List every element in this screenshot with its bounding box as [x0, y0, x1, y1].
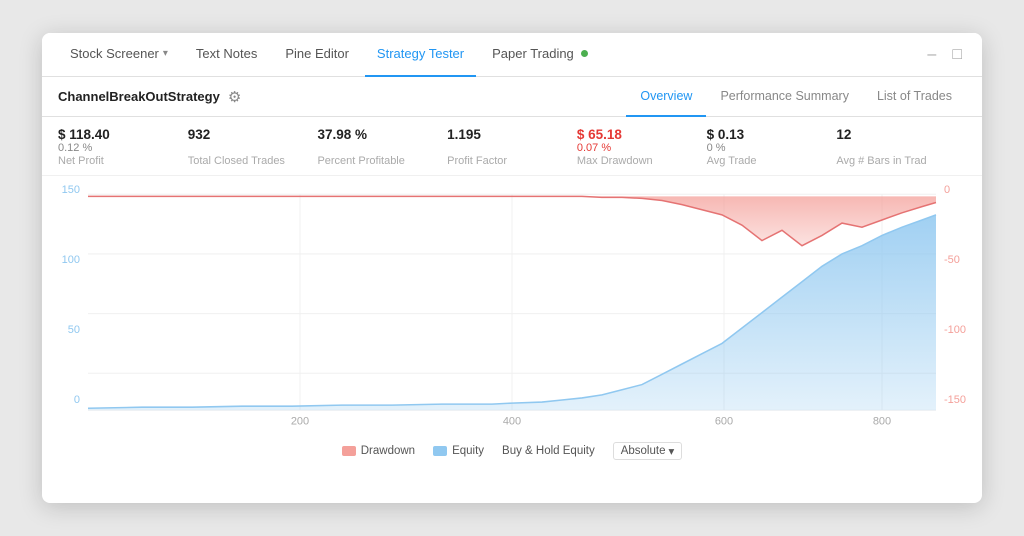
metric-value: $ 118.40 [58, 127, 188, 142]
legend-color-drawdown [342, 446, 356, 456]
metric-label: Net Profit [58, 155, 188, 167]
metric-label: Avg Trade [707, 155, 837, 167]
metric-sub: 0.07 % [577, 142, 707, 154]
metric-label: Profit Factor [447, 155, 577, 167]
legend-drawdown: Drawdown [342, 445, 415, 457]
main-window: Stock Screener ▾ Text Notes Pine Editor … [42, 33, 982, 503]
metric-value: 37.98 % [317, 127, 447, 142]
subbar-tabs: Overview Performance Summary List of Tra… [626, 77, 966, 117]
live-dot [581, 50, 588, 57]
legend-color-equity [433, 446, 447, 456]
y-axis-left: 150 100 50 0 [42, 184, 88, 406]
metric-sub: 0 % [707, 142, 837, 154]
tab-pine-editor[interactable]: Pine Editor [273, 33, 361, 77]
strategy-name: ChannelBreakOutStrategy [58, 89, 220, 104]
maximize-button[interactable]: □ [948, 45, 966, 65]
metric-sub [188, 142, 318, 154]
metric-label: Percent Profitable [317, 155, 447, 167]
metric-label: Total Closed Trades [188, 155, 318, 167]
metrics-bar: $ 118.40 0.12 % Net Profit 932 Total Clo… [42, 117, 982, 176]
settings-icon[interactable]: ⚙ [228, 88, 241, 106]
svg-text:200: 200 [291, 416, 309, 428]
metric-sub [836, 142, 966, 154]
subbar: ChannelBreakOutStrategy ⚙ Overview Perfo… [42, 77, 982, 117]
window-controls: – □ [923, 45, 966, 65]
chart-area: 150 100 50 0 0 -50 -100 -150 [42, 176, 982, 436]
titlebar: Stock Screener ▾ Text Notes Pine Editor … [42, 33, 982, 77]
metric-avg-trade: $ 0.13 0 % Avg Trade [707, 127, 837, 167]
metric-net-profit: $ 118.40 0.12 % Net Profit [58, 127, 188, 167]
metric-value: 932 [188, 127, 318, 142]
subtab-overview[interactable]: Overview [626, 77, 706, 117]
minimize-button[interactable]: – [923, 45, 940, 65]
metric-label: Max Drawdown [577, 155, 707, 167]
y-axis-right: 0 -50 -100 -150 [936, 184, 982, 406]
subtab-performance-summary[interactable]: Performance Summary [706, 77, 863, 117]
tab-paper-trading[interactable]: Paper Trading [480, 33, 600, 77]
absolute-dropdown[interactable]: Absolute ▾ [613, 442, 683, 460]
tab-stock-screener[interactable]: Stock Screener ▾ [58, 33, 180, 77]
legend-buy-hold: Buy & Hold Equity [502, 445, 595, 457]
chevron-icon: ▾ [163, 48, 168, 59]
metric-value: $ 65.18 [577, 127, 707, 142]
metric-avg-bars: 12 Avg # Bars in Trad [836, 127, 966, 167]
metric-profit-factor: 1.195 Profit Factor [447, 127, 577, 167]
metric-value: 1.195 [447, 127, 577, 142]
metric-total-closed-trades: 932 Total Closed Trades [188, 127, 318, 167]
chart-svg: 200 400 600 800 [42, 184, 982, 436]
metric-value: 12 [836, 127, 966, 142]
svg-text:400: 400 [503, 416, 521, 428]
metric-sub [447, 142, 577, 154]
metric-percent-profitable: 37.98 % Percent Profitable [317, 127, 447, 167]
svg-text:600: 600 [715, 416, 733, 428]
legend-equity: Equity [433, 445, 484, 457]
metric-label: Avg # Bars in Trad [836, 155, 966, 167]
metric-sub: 0.12 % [58, 142, 188, 154]
subtab-list-of-trades[interactable]: List of Trades [863, 77, 966, 117]
svg-text:800: 800 [873, 416, 891, 428]
tab-text-notes[interactable]: Text Notes [184, 33, 269, 77]
metric-sub [317, 142, 447, 154]
chart-legend: Drawdown Equity Buy & Hold Equity Absolu… [42, 436, 982, 468]
metric-max-drawdown: $ 65.18 0.07 % Max Drawdown [577, 127, 707, 167]
metric-value: $ 0.13 [707, 127, 837, 142]
tab-strategy-tester[interactable]: Strategy Tester [365, 33, 476, 77]
